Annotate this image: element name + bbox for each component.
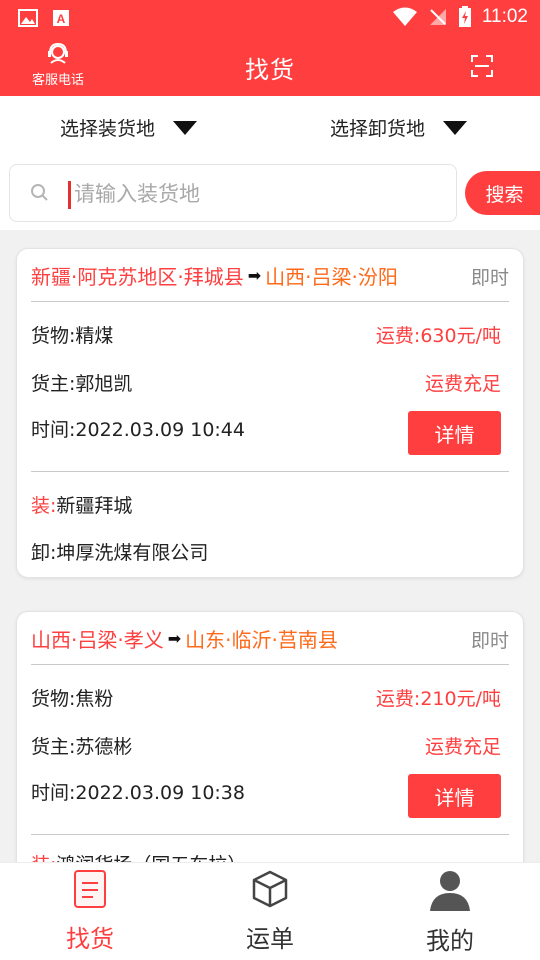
- document-icon: [74, 870, 106, 908]
- freight-price: 运费:210元/吨: [375, 688, 501, 710]
- load-place-text: 新疆拜城: [56, 495, 133, 517]
- app-header: 客服电话 找货: [0, 36, 540, 96]
- dropdown-triangle-icon: [443, 120, 468, 135]
- unloading-place-label: 选择卸货地: [330, 118, 426, 140]
- tab-mine[interactable]: 我的: [390, 869, 510, 956]
- tab-find-cargo[interactable]: 找货: [30, 869, 150, 954]
- no-signal-icon: [429, 9, 446, 25]
- unloading-place-filter[interactable]: 选择卸货地: [330, 114, 468, 141]
- tab-label: 我的: [426, 927, 474, 955]
- route: 新疆·阿克苏地区·拜城县 ➡ 山西·吕梁·汾阳: [31, 261, 398, 290]
- page-title: 找货: [245, 56, 295, 84]
- status-time: 11:02: [481, 6, 528, 27]
- divider: [31, 664, 509, 665]
- svg-text:A: A: [57, 12, 66, 26]
- search-button[interactable]: 搜索: [465, 171, 540, 215]
- search-input[interactable]: [74, 175, 444, 213]
- text-cursor: [68, 181, 71, 209]
- cargo-type: 货物:焦粉: [31, 688, 114, 710]
- divider: [31, 301, 509, 302]
- post-time: 时间:2022.03.09 10:38: [31, 782, 245, 804]
- load-place: 装:新疆拜城: [31, 491, 132, 518]
- cargo-list[interactable]: 新疆·阿克苏地区·拜城县 ➡ 山西·吕梁·汾阳 即时 货物:精煤 运费:630元…: [0, 230, 540, 862]
- unload-place: 卸:坤厚洗煤有限公司: [31, 542, 209, 564]
- route: 山西·吕梁·孝义 ➡ 山东·临沂·莒南县: [31, 624, 338, 653]
- arrow-right-icon: ➡: [167, 629, 182, 648]
- freight-status: 运费充足: [424, 736, 501, 758]
- detail-button[interactable]: 详情: [408, 411, 501, 455]
- scan-button[interactable]: [470, 54, 494, 82]
- divider: [31, 834, 509, 835]
- search-row: 搜索: [0, 158, 540, 230]
- route-origin: 山西·吕梁·孝义: [31, 628, 164, 652]
- route-destination: 山东·临沂·莒南县: [185, 628, 338, 652]
- gallery-icon: [18, 9, 38, 27]
- scan-icon: [471, 55, 493, 77]
- search-box[interactable]: [9, 164, 457, 222]
- arrow-right-icon: ➡: [247, 266, 262, 285]
- dropdown-triangle-icon: [173, 120, 198, 135]
- tab-waybill[interactable]: 运单: [210, 869, 330, 954]
- cargo-type: 货物:精煤: [31, 325, 114, 347]
- load-prefix: 装:: [31, 854, 56, 862]
- divider: [31, 471, 509, 472]
- loading-place-filter[interactable]: 选择装货地: [60, 114, 198, 141]
- timing-tag: 即时: [470, 630, 509, 652]
- timing-tag: 即时: [470, 267, 509, 289]
- status-bar: A 11:02: [0, 0, 540, 36]
- freight-price: 运费:630元/吨: [375, 325, 501, 347]
- tab-label: 运单: [246, 925, 294, 953]
- shipper-name: 货主:苏德彬: [31, 736, 133, 758]
- load-place-text: 鸿润货场（国五车拉）: [56, 854, 246, 862]
- cargo-card[interactable]: 新疆·阿克苏地区·拜城县 ➡ 山西·吕梁·汾阳 即时 货物:精煤 运费:630元…: [16, 248, 524, 578]
- wifi-icon: [392, 7, 417, 26]
- load-place: 装:鸿润货场（国五车拉）: [31, 850, 246, 862]
- cargo-card[interactable]: 山西·吕梁·孝义 ➡ 山东·临沂·莒南县 即时 货物:焦粉 运费:210元/吨 …: [16, 611, 524, 862]
- post-time: 时间:2022.03.09 10:44: [31, 419, 245, 441]
- bottom-tab-bar: 找货 运单 我的: [0, 862, 540, 960]
- freight-status: 运费充足: [424, 373, 501, 395]
- route-destination: 山西·吕梁·汾阳: [265, 265, 398, 289]
- loading-place-label: 选择装货地: [60, 118, 156, 140]
- box-icon: [252, 870, 288, 908]
- shipper-name: 货主:郭旭凯: [31, 373, 133, 395]
- search-icon: [31, 184, 48, 201]
- load-prefix: 装:: [31, 495, 57, 517]
- tab-label: 找货: [66, 925, 114, 953]
- app-a-icon: A: [53, 10, 69, 26]
- filter-bar: 选择装货地 选择卸货地: [0, 96, 540, 158]
- detail-button[interactable]: 详情: [408, 774, 501, 818]
- battery-charging-icon: [458, 6, 471, 27]
- route-origin: 新疆·阿克苏地区·拜城县: [31, 265, 244, 289]
- user-icon: [430, 871, 470, 911]
